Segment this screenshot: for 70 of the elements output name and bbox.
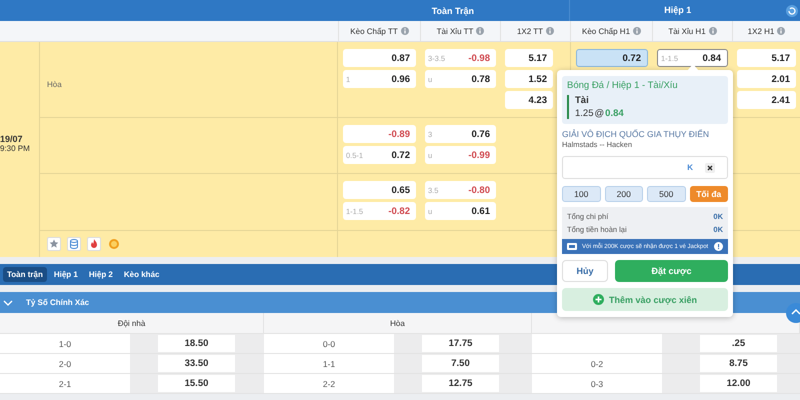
score-label: 2-1: [58, 378, 72, 388]
odds-button[interactable]: 17.75: [422, 335, 499, 352]
odds-button[interactable]: 0.65: [343, 181, 416, 199]
fire-icon: [88, 238, 100, 250]
market-tab[interactable]: Hiệp 1: [50, 267, 82, 282]
column-header: Tài Xỉu TT: [436, 26, 474, 36]
odds-button[interactable]: 5.17: [737, 49, 796, 67]
cancel-button[interactable]: Hủy: [562, 260, 608, 282]
column-header: Kèo Chấp H1: [582, 26, 630, 36]
score-label: 1-1: [322, 358, 336, 368]
column-header: Kèo Chấp TT: [350, 26, 398, 36]
refresh-icon: [786, 4, 798, 16]
info-icon: [714, 242, 723, 251]
info-icon: [708, 27, 717, 35]
selection-name: Tài: [575, 95, 590, 106]
match-date: 19/07: [0, 134, 24, 144]
quick-amount-button[interactable]: 200: [604, 186, 643, 202]
odds-button[interactable]: 0.87: [343, 49, 416, 67]
league-name: GIẢI VÔ ĐỊCH QUỐC GIA THỤY ĐIỂN: [562, 129, 710, 139]
odds-button[interactable]: 4.23: [505, 91, 553, 109]
info-icon: [476, 27, 484, 35]
column-header: Hòa: [390, 318, 405, 328]
favorite-star-icon: [48, 238, 60, 250]
market-tab[interactable]: Kèo khác: [120, 267, 164, 282]
column-header: 1X2 TT: [516, 26, 544, 36]
odds-button[interactable]: 1.52: [505, 70, 553, 88]
quick-amount-button[interactable]: 500: [647, 186, 686, 202]
odds-button[interactable]: 12.75: [422, 375, 499, 392]
odds-button[interactable]: 0.72: [576, 49, 648, 67]
section-title: Tỷ Số Chính Xác: [26, 298, 90, 307]
score-label: 2-0: [58, 358, 72, 368]
odds-button[interactable]: 7.50: [422, 355, 499, 372]
info-icon: [546, 27, 554, 35]
market-title: Bóng Đá / Hiệp 1 - Tài/Xíu: [567, 80, 679, 91]
odds-button[interactable]: 2.01: [737, 70, 796, 88]
selection-odds: 1.25@0.84: [575, 108, 625, 119]
currency-suffix: K: [687, 163, 693, 172]
odds-button[interactable]: .25: [700, 335, 777, 352]
stake-input[interactable]: K: [562, 156, 728, 179]
ticket-icon: [567, 243, 577, 250]
info-icon: [777, 27, 786, 35]
odds-button[interactable]: 18.50: [158, 335, 235, 352]
odds-button[interactable]: 5.17: [505, 49, 553, 67]
score-label: 0-2: [590, 358, 604, 368]
info-icon: [400, 27, 409, 35]
coin-icon: [108, 238, 120, 250]
plus-icon: [593, 294, 604, 305]
database-icon: [68, 238, 80, 250]
quick-amount-button[interactable]: 100: [562, 186, 600, 202]
clear-icon: [705, 162, 715, 172]
odds-button[interactable]: 8.75: [700, 355, 777, 372]
score-label: 2-2: [322, 378, 336, 388]
column-header: 1X2 H1: [748, 26, 774, 36]
market-tab[interactable]: Hiệp 2: [84, 267, 117, 282]
draw-label: Hòa: [47, 80, 63, 89]
column-header: Đội nhà: [118, 318, 146, 328]
score-label: 0-0: [322, 338, 336, 348]
odds-button[interactable]: -0.89: [343, 125, 416, 143]
chevron-down-icon: [3, 298, 13, 306]
odds-button[interactable]: 2.41: [737, 91, 796, 109]
odds-button[interactable]: 33.50: [158, 355, 235, 372]
score-label: 1-0: [58, 338, 72, 348]
odds-button[interactable]: 12.00: [700, 375, 777, 392]
score-label: 0-3: [590, 378, 604, 388]
match-time: 9:30 PM: [0, 144, 31, 153]
column-header: Tài Xỉu H1: [668, 26, 706, 36]
odds-button[interactable]: 15.50: [158, 375, 235, 392]
market-tab[interactable]: Toàn trận: [3, 267, 47, 282]
info-icon: [633, 27, 642, 35]
column-group-title: Toàn Trận: [430, 6, 476, 16]
